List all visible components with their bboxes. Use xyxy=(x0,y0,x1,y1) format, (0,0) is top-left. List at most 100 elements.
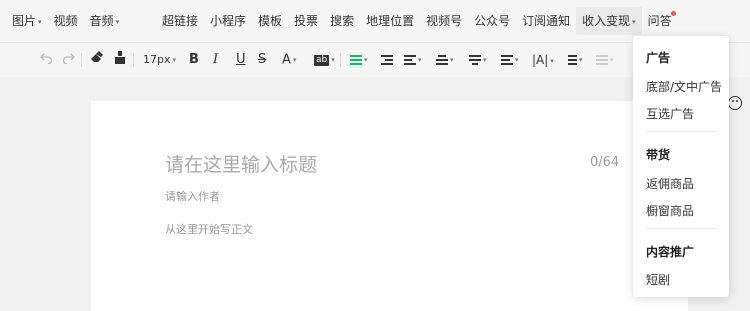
chevron-down-icon: ▾ xyxy=(483,56,487,64)
letter-spacing-icon: |A| xyxy=(532,53,549,67)
paragraph-spacing-button[interactable]: ▾ xyxy=(404,51,422,69)
chevron-down-icon: ▾ xyxy=(292,56,297,64)
menu-official-account[interactable]: 公众号 xyxy=(468,7,516,35)
emoji-icon[interactable] xyxy=(728,96,742,110)
undo-icon[interactable] xyxy=(40,51,53,69)
bullet-list-icon xyxy=(565,53,577,67)
chevron-down-icon: ▾ xyxy=(38,18,42,26)
menu-template-label: 模板 xyxy=(258,14,283,28)
menu-qa-label: 问答 xyxy=(647,14,672,28)
font-size-select[interactable]: 17px ▾ xyxy=(143,51,176,69)
menu-channels[interactable]: 视频号 xyxy=(420,7,468,35)
indent-icon xyxy=(381,53,393,67)
redo-icon[interactable] xyxy=(62,51,75,69)
chevron-down-icon: ▾ xyxy=(115,18,120,26)
dropdown-divider xyxy=(645,131,717,132)
menu-item-commission-products[interactable]: 返佣商品 xyxy=(646,175,694,192)
menu-monetization[interactable]: 收入变现 ▾ xyxy=(576,7,642,35)
menu-video-label: 视频 xyxy=(53,14,78,28)
spacing-before-button[interactable]: ▾ xyxy=(436,51,454,69)
menu-subscribe-notice-label: 订阅通知 xyxy=(522,14,571,28)
chevron-down-icon: ▾ xyxy=(550,56,554,65)
menu-search[interactable]: 搜索 xyxy=(324,7,360,35)
font-size-value: 17px xyxy=(143,53,171,66)
section-header-ads: 广告 xyxy=(646,51,671,65)
menu-vote[interactable]: 投票 xyxy=(288,7,324,35)
underline-button[interactable]: U xyxy=(236,51,246,69)
bold-button[interactable]: B xyxy=(189,51,199,69)
insert-menu-group: 超链接 小程序 模板 投票 搜索 地理位置 视频号 公众号 订阅通知 收入变现 ▾… xyxy=(156,7,678,35)
chevron-down-icon: ▾ xyxy=(364,56,368,64)
font-color-label: A xyxy=(282,52,291,68)
line-height-icon xyxy=(501,53,513,67)
monetization-dropdown: 广告 底部/文中广告 互选广告 带货 返佣商品 橱窗商品 内容推广 短剧 xyxy=(633,36,729,297)
list-button[interactable]: ▾ xyxy=(565,51,583,69)
menu-item-bottom-inline-ads[interactable]: 底部/文中广告 xyxy=(646,78,722,95)
menu-item-showcase-products[interactable]: 橱窗商品 xyxy=(646,202,694,219)
strikethrough-button[interactable]: S xyxy=(258,51,266,69)
menu-template[interactable]: 模板 xyxy=(252,7,288,35)
notification-dot xyxy=(670,11,676,16)
background-color-button[interactable]: ab ▾ xyxy=(314,51,335,69)
menu-qa[interactable]: 问答 xyxy=(642,7,678,35)
line-height-button[interactable]: ▾ xyxy=(501,51,519,69)
menu-audio[interactable]: 音频 ▾ xyxy=(84,7,126,35)
align-justify-icon xyxy=(350,53,362,67)
chevron-down-icon: ▾ xyxy=(172,56,177,64)
letter-spacing-button[interactable]: |A| ▾ xyxy=(532,51,554,69)
menu-vote-label: 投票 xyxy=(294,14,319,28)
chevron-down-icon: ▾ xyxy=(579,56,583,64)
menu-location-label: 地理位置 xyxy=(366,14,415,28)
chevron-down-icon: ▾ xyxy=(331,56,335,64)
menu-subscribe-notice[interactable]: 订阅通知 xyxy=(516,7,576,35)
media-menu-group: 图片 ▾ 视频 音频 ▾ xyxy=(6,7,125,35)
menu-miniprogram[interactable]: 小程序 xyxy=(204,7,252,35)
spacing-after-button[interactable]: ▾ xyxy=(469,51,487,69)
menu-miniprogram-label: 小程序 xyxy=(210,14,247,28)
strikethrough-label: S xyxy=(258,52,267,67)
font-color-button[interactable]: A ▾ xyxy=(282,51,296,69)
italic-label: I xyxy=(213,52,219,67)
background-color-icon: ab xyxy=(314,54,330,66)
menu-location[interactable]: 地理位置 xyxy=(360,7,420,35)
spacing-before-icon xyxy=(436,53,448,67)
menu-image[interactable]: 图片 ▾ xyxy=(6,7,48,35)
title-input[interactable]: 请在这里输入标题 xyxy=(165,150,317,177)
spacing-after-icon xyxy=(469,53,481,67)
chevron-down-icon: ▾ xyxy=(450,56,454,64)
italic-button[interactable]: I xyxy=(213,51,218,69)
menu-channels-label: 视频号 xyxy=(426,14,463,28)
toolbar-divider xyxy=(81,53,82,67)
menu-image-label: 图片 xyxy=(12,14,37,28)
section-header-commerce: 带货 xyxy=(646,148,671,162)
menu-search-label: 搜索 xyxy=(330,14,355,28)
menu-official-account-label: 公众号 xyxy=(474,14,511,28)
menu-video[interactable]: 视频 xyxy=(48,7,84,35)
format-painter-icon[interactable] xyxy=(114,51,126,69)
block-style-button[interactable]: ▾ xyxy=(596,51,614,69)
author-input[interactable]: 请输入作者 xyxy=(165,188,220,204)
paragraph-spacing-icon xyxy=(404,53,416,67)
editor-paper: 请在这里输入标题 0/64 请输入作者 从这里开始写正文 xyxy=(91,101,688,311)
menu-item-short-drama[interactable]: 短剧 xyxy=(646,271,670,288)
body-editor[interactable]: 从这里开始写正文 xyxy=(165,221,253,237)
underline-label: U xyxy=(236,52,246,67)
chevron-down-icon: ▾ xyxy=(610,56,614,64)
bold-label: B xyxy=(189,52,199,67)
menu-audio-label: 音频 xyxy=(89,14,114,28)
toolbar-divider xyxy=(340,53,341,67)
eraser-icon[interactable] xyxy=(90,51,103,69)
indent-button[interactable] xyxy=(381,51,393,69)
menu-monetization-label: 收入变现 xyxy=(582,14,631,28)
menu-hyperlink-label: 超链接 xyxy=(162,14,199,28)
block-style-icon xyxy=(596,53,608,67)
dropdown-divider xyxy=(645,228,717,229)
chevron-down-icon: ▾ xyxy=(418,56,422,64)
toolbar-divider xyxy=(133,53,134,67)
align-justify-button[interactable]: ▾ xyxy=(350,51,368,69)
menu-hyperlink[interactable]: 超链接 xyxy=(156,7,204,35)
chevron-down-icon: ▾ xyxy=(632,18,636,26)
title-char-counter: 0/64 xyxy=(590,155,620,170)
section-header-content-promotion: 内容推广 xyxy=(646,245,695,259)
menu-item-mutual-select-ads[interactable]: 互选广告 xyxy=(646,105,694,122)
